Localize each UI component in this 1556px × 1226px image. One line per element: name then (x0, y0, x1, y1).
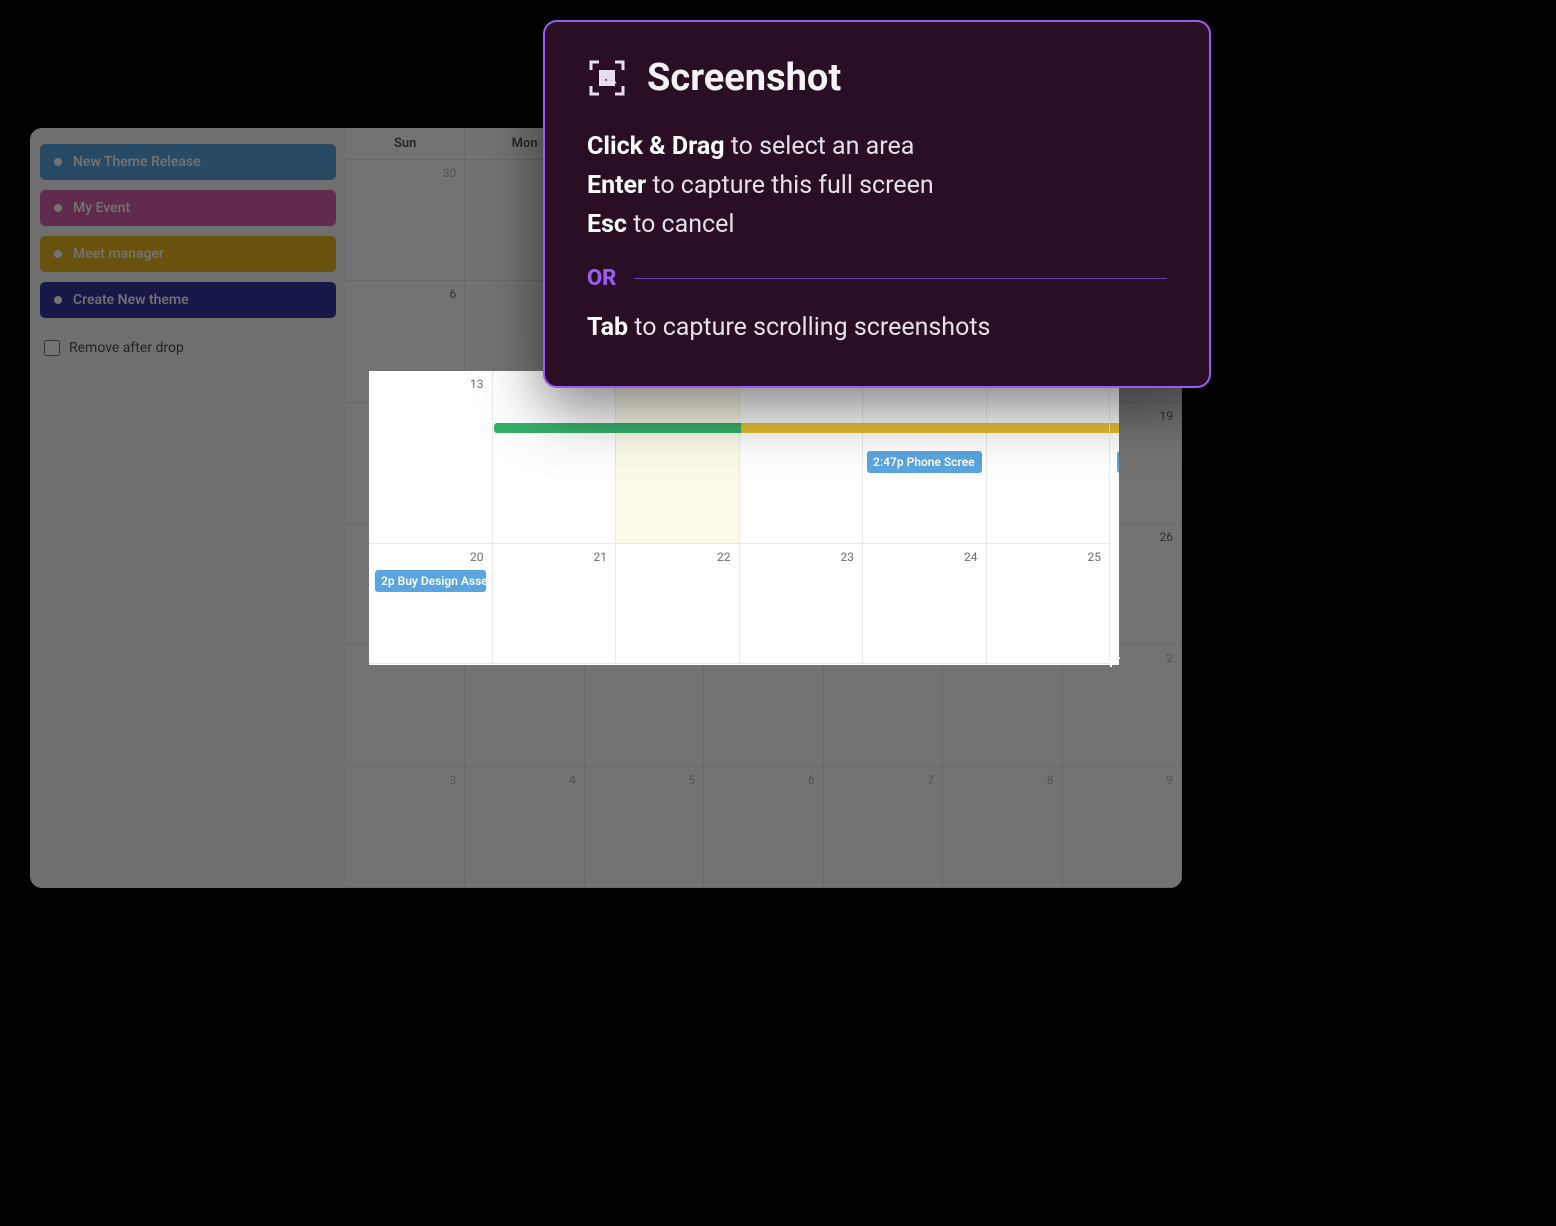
calendar-event[interactable]: 2:47p Phone Scree (867, 451, 982, 473)
instruction-line: Enter to capture this full screen (587, 167, 1167, 206)
day-cell[interactable]: 24 (863, 544, 987, 664)
instruction-divider: OR (587, 266, 1167, 291)
day-number: 7 (927, 773, 934, 787)
draggable-event-chip[interactable]: Create New theme (40, 282, 336, 318)
day-number: 25 (1088, 550, 1102, 564)
event-dot-icon (54, 250, 62, 258)
instruction-key: Tab (587, 313, 628, 342)
day-number: 8 (1047, 773, 1054, 787)
screenshot-instruction-panel: Screenshot Click & Drag to select an are… (543, 20, 1211, 388)
day-number: 22 (717, 550, 731, 564)
event-chip-label: My Event (73, 200, 130, 216)
day-number: 3 (450, 773, 457, 787)
instruction-key: Enter (587, 171, 646, 200)
day-number: 4 (569, 773, 576, 787)
day-cell[interactable]: 16 (740, 371, 864, 544)
day-number: 20 (470, 550, 484, 564)
remove-after-drop-option[interactable]: Remove after drop (40, 334, 336, 362)
instruction-text: to select an area (725, 132, 915, 161)
event-dot-icon (54, 296, 62, 304)
instruction-text: to capture this full screen (646, 171, 934, 200)
day-number: 23 (841, 550, 855, 564)
day-cell[interactable]: 5 (585, 767, 704, 888)
event-chip-label: Meet manager (73, 246, 164, 262)
day-cell[interactable]: 21 (493, 544, 617, 664)
day-cell[interactable]: 18 (987, 371, 1111, 544)
draggable-event-chip[interactable]: New Theme Release (40, 144, 336, 180)
day-cell[interactable]: 7 (824, 767, 943, 888)
day-number: 2 (1166, 651, 1173, 665)
day-cell[interactable]: 4 (465, 767, 584, 888)
screenshot-panel-title: Screenshot (647, 56, 841, 100)
event-dot-icon (54, 204, 62, 212)
instruction-text: to cancel (627, 210, 735, 239)
calendar-event[interactable]: 2p Buy Design Asset (375, 570, 486, 592)
event-title: Phone Scree (907, 455, 975, 469)
day-number: 6 (450, 287, 457, 301)
event-time: 2:47p (873, 455, 904, 469)
day-cell-today[interactable]: 15 (616, 371, 740, 544)
day-number: 24 (964, 550, 978, 564)
day-number: 9 (1166, 773, 1173, 787)
day-number: 5 (689, 773, 696, 787)
day-cell[interactable]: 25 (987, 544, 1111, 664)
day-cell[interactable]: 8 (943, 767, 1062, 888)
event-title: Buy Design Asset (398, 574, 486, 588)
day-number: 21 (594, 550, 608, 564)
or-label: OR (587, 266, 616, 291)
day-cell[interactable]: 13 (369, 371, 493, 544)
remove-after-drop-label: Remove after drop (69, 340, 184, 356)
day-cell[interactable]: 23 (740, 544, 864, 664)
event-sidebar: New Theme Release My Event Meet manager … (30, 128, 346, 888)
day-cell[interactable]: 17 2:47p Phone Scree (863, 371, 987, 544)
day-number: 30 (443, 166, 457, 180)
instruction-line: Click & Drag to select an area (587, 128, 1167, 167)
event-time: 2p (381, 574, 395, 588)
screenshot-selection-region[interactable]: 13 14 15 16 17 2:47p Phone Scree 18 20 2… (369, 371, 1119, 665)
day-cell[interactable]: 9 (1063, 767, 1182, 888)
day-cell[interactable]: 22 (616, 544, 740, 664)
instruction-key: Esc (587, 210, 627, 239)
screenshot-icon (587, 58, 627, 98)
day-cell[interactable]: 3 (346, 767, 465, 888)
day-number: 13 (470, 377, 484, 391)
instruction-text: to capture scrolling screenshots (628, 313, 990, 342)
day-cell[interactable]: 30 (346, 160, 465, 281)
instruction-line: Esc to cancel (587, 206, 1167, 245)
draggable-event-chip[interactable]: Meet manager (40, 236, 336, 272)
calendar-event[interactable]: 2p Buy Des (1117, 451, 1119, 473)
day-cell[interactable]: 14 (493, 371, 617, 544)
event-chip-label: New Theme Release (73, 154, 201, 170)
instruction-line: Tab to capture scrolling screenshots (587, 309, 1167, 348)
event-dot-icon (54, 158, 62, 166)
instruction-key: Click & Drag (587, 132, 725, 161)
event-chip-label: Create New theme (73, 292, 189, 308)
day-number: 6 (808, 773, 815, 787)
remove-after-drop-checkbox[interactable] (44, 340, 60, 356)
day-number: 19 (1160, 409, 1174, 423)
weekday-label: Sun (346, 128, 465, 159)
day-cell[interactable]: 6 (704, 767, 823, 888)
day-cell[interactable]: 20 2p Buy Design Asset (369, 544, 493, 664)
event-bar[interactable] (494, 423, 744, 433)
draggable-event-chip[interactable]: My Event (40, 190, 336, 226)
divider-line (634, 278, 1167, 279)
day-number: 26 (1160, 530, 1174, 544)
